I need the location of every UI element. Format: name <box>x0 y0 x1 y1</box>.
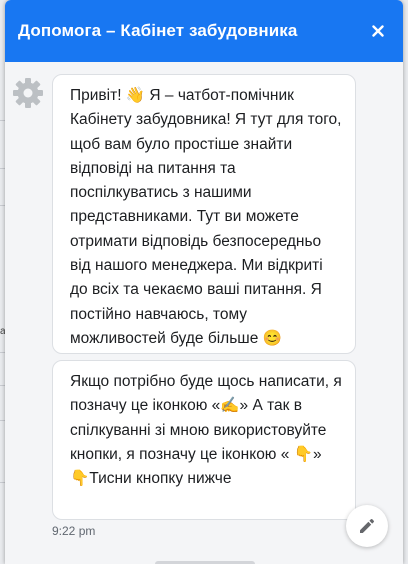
gear-icon <box>13 78 43 108</box>
chat-title: Допомога – Кабінет забудовника <box>18 21 298 40</box>
chat-header: Допомога – Кабінет забудовника <box>5 0 403 62</box>
message-timestamp: 9:22 pm <box>52 524 96 538</box>
close-icon <box>372 25 384 37</box>
help-chat-widget: Допомога – Кабінет забудовника Привіт! 👋 <box>5 0 403 564</box>
bot-message-welcome: Привіт! 👋 Я – чатбот-помічник Кабінету з… <box>52 74 356 354</box>
compose-button[interactable] <box>346 505 388 547</box>
pencil-icon <box>360 519 374 533</box>
bot-avatar <box>12 77 44 109</box>
bot-message-instructions: Якщо потрібно буде щось написати, я позн… <box>52 360 356 520</box>
close-button[interactable] <box>363 16 393 46</box>
